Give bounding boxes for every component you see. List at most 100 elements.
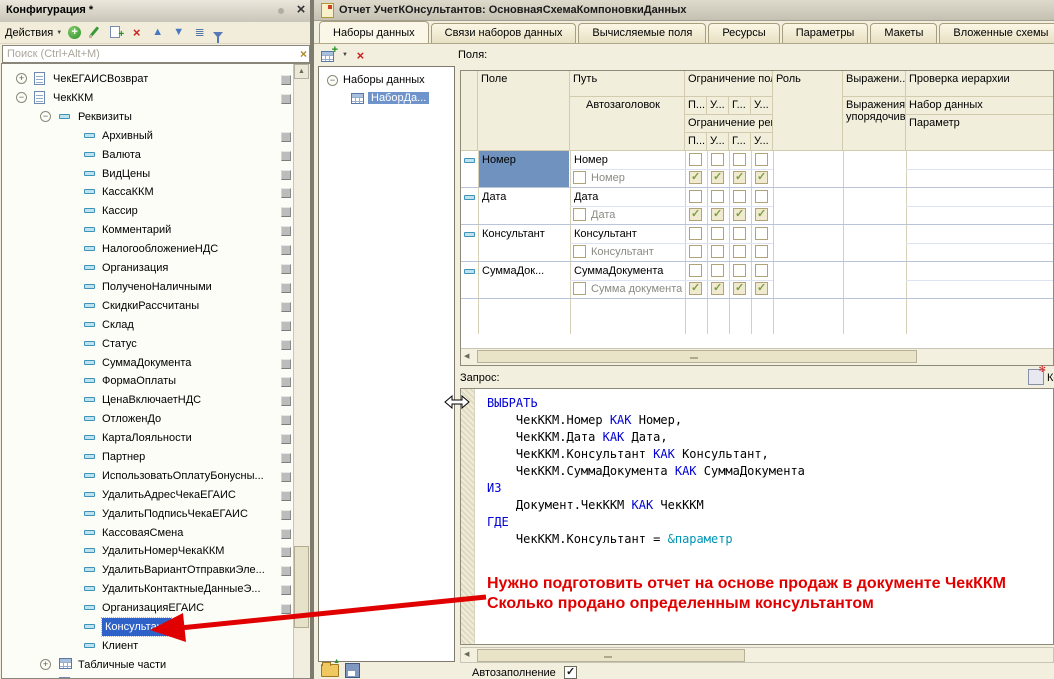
query-hscrollbar-thumb[interactable] xyxy=(477,649,745,662)
restriction-checkbox[interactable] xyxy=(733,245,746,258)
tree-item[interactable]: ОтложенДо xyxy=(2,409,292,428)
tree-item[interactable]: +ЧекЕГАИСВозврат xyxy=(2,69,292,88)
fields-hscrollbar[interactable]: ◀ xyxy=(461,348,1053,365)
restriction-checkbox[interactable] xyxy=(689,227,702,240)
fields-hscrollbar-thumb[interactable] xyxy=(477,350,917,363)
window-divider[interactable] xyxy=(310,0,314,679)
delete-button[interactable]: × xyxy=(129,25,144,40)
restriction-checkbox[interactable] xyxy=(711,264,724,277)
restriction-checkbox[interactable] xyxy=(689,208,702,221)
auto-header-checkbox[interactable] xyxy=(573,282,586,295)
tree-item[interactable]: КартаЛояльности xyxy=(2,428,292,447)
tree-item[interactable]: УдалитьНомерЧекаККМ xyxy=(2,541,292,560)
restriction-checkbox[interactable] xyxy=(755,264,768,277)
tree-item[interactable]: ОрганизацияЕГАИС xyxy=(2,598,292,617)
move-up-button[interactable]: ▲ xyxy=(150,25,165,40)
query-hscrollbar[interactable]: ◀ xyxy=(460,647,1054,663)
restriction-checkbox[interactable] xyxy=(755,190,768,203)
tree-item[interactable]: КассоваяСмена xyxy=(2,523,292,542)
restriction-checkbox[interactable] xyxy=(711,227,724,240)
collapse-icon[interactable]: − xyxy=(327,75,338,86)
auto-header-checkbox[interactable] xyxy=(573,171,586,184)
tree-item[interactable]: ПолученоНаличными xyxy=(2,277,292,296)
autofill-checkbox[interactable] xyxy=(564,666,577,679)
tree-item[interactable]: СуммаДокумента xyxy=(2,353,292,372)
sort-list-button[interactable]: ≣ xyxy=(192,25,207,40)
restriction-checkbox[interactable] xyxy=(711,153,724,166)
actions-menu-button[interactable]: Действия ▼ xyxy=(5,27,62,39)
tree-item[interactable]: −ЧекККМ xyxy=(2,88,292,107)
tree-scrollbar[interactable]: ▲ xyxy=(293,64,310,678)
tree-item[interactable]: Партнер xyxy=(2,447,292,466)
restriction-checkbox[interactable] xyxy=(733,208,746,221)
restriction-checkbox[interactable] xyxy=(711,171,724,184)
tree-item[interactable]: КассаККМ xyxy=(2,182,292,201)
add-button[interactable]: + xyxy=(68,26,81,39)
tree-item[interactable]: ФормаОплаты xyxy=(2,371,292,390)
search-clear-icon[interactable]: × xyxy=(300,47,307,61)
move-down-button[interactable]: ▼ xyxy=(171,25,186,40)
restriction-checkbox[interactable] xyxy=(711,282,724,295)
restriction-checkbox[interactable] xyxy=(689,190,702,203)
restriction-checkbox[interactable] xyxy=(689,245,702,258)
auto-header-checkbox[interactable] xyxy=(573,245,586,258)
restriction-checkbox[interactable] xyxy=(755,171,768,184)
search-input[interactable]: Поиск (Ctrl+Alt+M) × xyxy=(2,45,310,63)
tree-item[interactable]: НалогообложениеНДС xyxy=(2,239,292,258)
tree-item[interactable]: Организация xyxy=(2,258,292,277)
query-builder-label[interactable]: Конструктор запроса xyxy=(1047,372,1054,384)
auto-header-checkbox[interactable] xyxy=(573,208,586,221)
table-row[interactable]: КонсультантКонсультантКонсультант xyxy=(461,225,1054,262)
tree-item[interactable]: ВидЦены xyxy=(2,164,292,183)
tab-7[interactable]: Вложенные схемы xyxy=(939,23,1054,43)
collapse-icon[interactable]: − xyxy=(40,111,51,122)
scroll-left-icon[interactable]: ◀ xyxy=(464,648,469,661)
tree-item[interactable]: Клиент xyxy=(2,636,292,655)
restriction-checkbox[interactable] xyxy=(711,190,724,203)
scroll-left-icon[interactable]: ◀ xyxy=(464,350,469,363)
pin-icon[interactable] xyxy=(278,8,284,14)
tab-5[interactable]: Параметры xyxy=(782,23,869,43)
tree-item[interactable]: Консультант xyxy=(2,617,292,636)
tree-item[interactable]: УдалитьАдресЧекаЕГАИС xyxy=(2,485,292,504)
save-query-icon[interactable] xyxy=(345,663,360,678)
tab-4[interactable]: Ресурсы xyxy=(708,23,779,43)
add-dataset-button[interactable] xyxy=(321,49,337,62)
restriction-checkbox[interactable] xyxy=(755,282,768,295)
dataset-node[interactable]: НаборДа... xyxy=(351,90,429,108)
tab-1[interactable]: Наборы данных xyxy=(319,21,429,44)
add-dataset-dropdown-icon[interactable]: ▼ xyxy=(342,52,348,58)
restriction-checkbox[interactable] xyxy=(755,153,768,166)
restriction-checkbox[interactable] xyxy=(689,153,702,166)
restriction-checkbox[interactable] xyxy=(733,190,746,203)
tree-item[interactable]: Склад xyxy=(2,315,292,334)
tree-item[interactable]: УдалитьКонтактныеДанныеЭ... xyxy=(2,579,292,598)
table-row[interactable]: СуммаДок...СуммаДокументаСумма документа xyxy=(461,262,1054,299)
collapse-icon[interactable]: − xyxy=(16,92,27,103)
restriction-checkbox[interactable] xyxy=(733,282,746,295)
restriction-checkbox[interactable] xyxy=(733,153,746,166)
tree-item[interactable]: ИспользоватьОплатуБонусны... xyxy=(2,466,292,485)
restriction-checkbox[interactable] xyxy=(755,245,768,258)
tree-item[interactable]: +Табличные части xyxy=(2,655,292,674)
table-row[interactable]: НомерНомерНомер xyxy=(461,151,1054,188)
edit-button[interactable] xyxy=(87,25,102,40)
restriction-checkbox[interactable] xyxy=(755,208,768,221)
tree-item[interactable]: Статус xyxy=(2,334,292,353)
restriction-checkbox[interactable] xyxy=(755,227,768,240)
tab-3[interactable]: Вычисляемые поля xyxy=(578,23,706,43)
load-query-icon[interactable] xyxy=(321,664,339,677)
table-row[interactable]: ДатаДатаДата xyxy=(461,188,1054,225)
tree-item[interactable]: Валюта xyxy=(2,145,292,164)
filter-icon[interactable] xyxy=(213,32,223,38)
tree-scrollbar-thumb[interactable] xyxy=(294,546,309,628)
expand-icon[interactable]: + xyxy=(40,659,51,670)
remove-dataset-button[interactable]: × xyxy=(353,48,368,63)
restriction-checkbox[interactable] xyxy=(711,208,724,221)
restriction-checkbox[interactable] xyxy=(689,171,702,184)
restriction-checkbox[interactable] xyxy=(711,245,724,258)
tree-item[interactable]: УдалитьПодписьЧекаЕГАИС xyxy=(2,504,292,523)
expand-icon[interactable]: + xyxy=(16,73,27,84)
tab-2[interactable]: Связи наборов данных xyxy=(431,23,577,43)
copy-button[interactable] xyxy=(108,25,123,40)
